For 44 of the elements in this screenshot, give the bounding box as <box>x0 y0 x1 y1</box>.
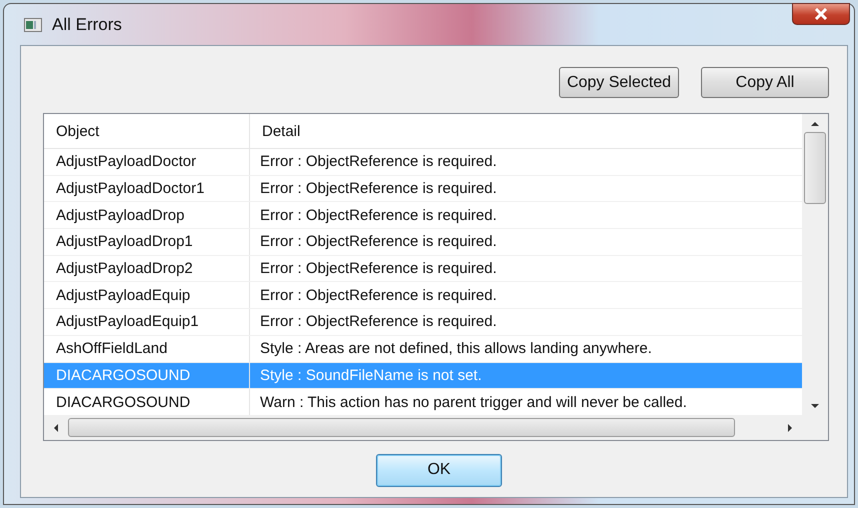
column-header[interactable]: Detail <box>250 114 802 148</box>
table-cell: AdjustPayloadDrop <box>44 202 250 228</box>
table-row[interactable]: AdjustPayloadDrop Error : ObjectReference is required. <box>44 202 802 230</box>
table-cell: DIACARGOSOUND <box>44 362 250 388</box>
ok-button[interactable]: OK <box>376 454 502 487</box>
horizontal-scrollbar[interactable] <box>44 416 828 440</box>
table-row[interactable]: AdjustPayloadDrop2 Error : ObjectReference is required. <box>44 256 802 282</box>
copy-button[interactable]: Copy All <box>701 67 829 98</box>
scroll-down-icon <box>810 402 820 410</box>
table-cell: AdjustPayloadEquip <box>44 282 250 308</box>
table-cell-text: Error : ObjectReference is required. <box>259 312 498 332</box>
vertical-scrollbar[interactable] <box>802 114 828 416</box>
table-cell-text: Warn : This action has no parent trigger and will never be called. <box>259 392 688 413</box>
column-header[interactable]: Object <box>44 114 250 148</box>
table-cell-text: Style : Areas are not defined, this allows landing anywhere. <box>259 339 653 360</box>
table-cell-text: Error : ObjectReference is required. <box>259 179 498 200</box>
scroll-right-icon <box>786 422 794 433</box>
table-row[interactable]: AdjustPayloadDoctor Error : ObjectReference is required. <box>44 149 802 176</box>
table-cell-text: Error : ObjectReference is required. <box>259 152 498 172</box>
table-cell-text: Error : ObjectReference is required. <box>259 286 498 306</box>
copy-button[interactable]: Copy Selected <box>558 67 679 98</box>
table-cell-text: Error : ObjectReference is required. <box>259 206 498 226</box>
scroll-left-icon <box>52 422 60 433</box>
window-title: All Errors <box>52 14 122 34</box>
table-row[interactable]: AdjustPayloadDrop1 Error : ObjectReference is required. <box>44 229 802 256</box>
table-cell-text: Error : ObjectReference is required. <box>259 232 498 252</box>
table-cell: AdjustPayloadDoctor1 <box>44 176 250 202</box>
table-cell: AdjustPayloadDoctor <box>44 149 250 175</box>
table-row[interactable]: AdjustPayloadEquip Error : ObjectReference is required. <box>44 282 802 310</box>
table-cell: AdjustPayloadDrop2 <box>44 256 250 282</box>
close-button[interactable] <box>792 3 850 25</box>
table-cell: DIACARGOSOUND <box>44 389 250 415</box>
table-cell: AdjustPayloadDrop1 <box>44 229 250 255</box>
scroll-up-icon <box>810 120 820 128</box>
table-row[interactable]: AdjustPayloadEquip1 Error : ObjectReference is required. <box>44 309 802 336</box>
table-row[interactable]: AdjustPayloadDoctor1 Error : ObjectReference is required. <box>44 176 802 202</box>
table-cell-text: Style : SoundFileName is not set. <box>259 366 483 386</box>
scroll-thumb[interactable] <box>68 418 735 438</box>
window-icon <box>24 18 42 32</box>
table-cell-text: Error : ObjectReference is required. <box>259 259 498 280</box>
scroll-thumb[interactable] <box>804 132 826 204</box>
table-cell: AshOffFieldLand <box>44 336 250 362</box>
table-cell: AdjustPayloadEquip1 <box>44 309 250 335</box>
close-icon <box>813 8 829 20</box>
